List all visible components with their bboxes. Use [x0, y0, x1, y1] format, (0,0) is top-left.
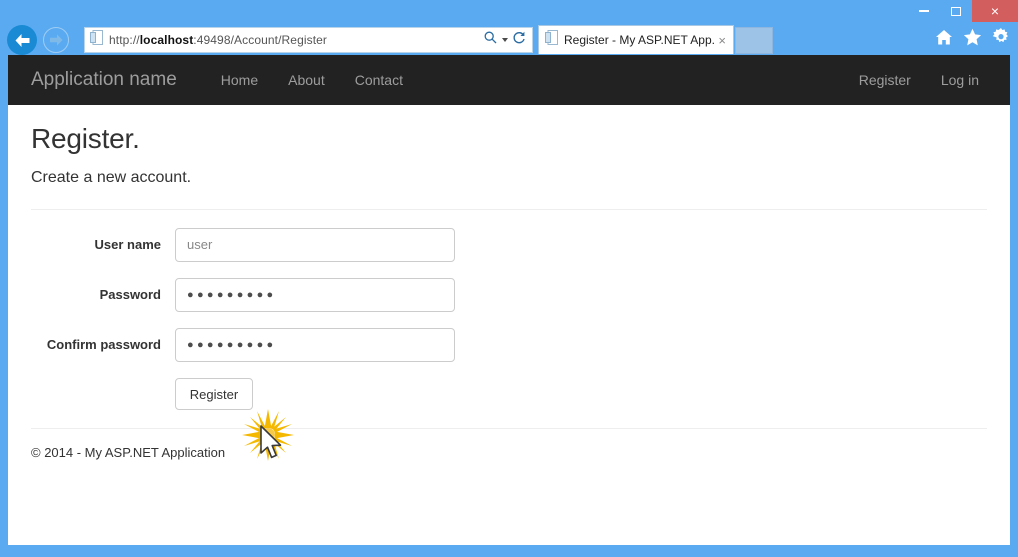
window-controls: ×	[908, 0, 1018, 22]
page-title: Register.	[31, 123, 140, 154]
page-footer: © 2014 - My ASP.NET Application	[31, 445, 226, 460]
close-icon: ×	[990, 3, 1000, 19]
tab-close-icon[interactable]: ×	[715, 34, 729, 47]
settings-gear-icon[interactable]	[992, 28, 1010, 46]
confirm-password-masked-value: ●●●●●●●●●	[187, 339, 277, 351]
nav-link-login[interactable]: Log in	[926, 72, 994, 88]
back-arrow-icon	[15, 33, 29, 47]
browser-toolbar-icons	[935, 28, 1010, 46]
browser-chrome: × http://localhost:49498/Account/Registe…	[0, 0, 1018, 58]
forward-arrow-icon	[50, 34, 63, 46]
page-content: Register. Create a new account. User nam…	[8, 123, 1010, 460]
nav-link-register[interactable]: Register	[844, 72, 926, 88]
forward-button[interactable]	[43, 27, 69, 53]
back-button[interactable]	[7, 25, 37, 55]
tab-page-icon	[545, 30, 558, 50]
form-row-confirm-password: Confirm password ●●●●●●●●●	[31, 328, 987, 362]
password-masked-value: ●●●●●●●●●	[187, 289, 277, 301]
close-window-button[interactable]: ×	[972, 0, 1018, 22]
footer-divider	[31, 428, 987, 429]
page-document-icon	[90, 30, 103, 50]
nav-link-home[interactable]: Home	[206, 72, 273, 88]
username-input[interactable]: user	[175, 228, 455, 262]
nav-link-contact[interactable]: Contact	[340, 72, 418, 88]
refresh-icon[interactable]	[513, 31, 526, 50]
content-divider	[31, 209, 987, 210]
minimize-icon	[919, 10, 929, 12]
home-icon[interactable]	[935, 29, 953, 46]
page-subtitle: Create a new account.	[31, 169, 192, 186]
maximize-icon	[951, 6, 961, 16]
site-navbar: Application name Home About Contact Regi…	[8, 55, 1010, 105]
password-label: Password	[99, 287, 161, 302]
navbar-links: Home About Contact	[206, 72, 418, 88]
confirm-password-input[interactable]: ●●●●●●●●●	[175, 328, 455, 362]
form-actions: Register	[31, 378, 987, 410]
address-bar[interactable]: http://localhost:49498/Account/Register	[84, 27, 533, 53]
maximize-button[interactable]	[940, 0, 972, 22]
favorites-star-icon[interactable]	[963, 28, 982, 46]
address-bar-tools	[484, 31, 528, 50]
search-dropdown-caret-icon[interactable]	[502, 38, 508, 42]
search-magnifier-icon[interactable]	[484, 31, 497, 49]
navbar-brand[interactable]: Application name	[31, 69, 177, 91]
minimize-button[interactable]	[908, 0, 940, 27]
register-submit-button[interactable]: Register	[175, 378, 253, 410]
form-row-username: User name user	[31, 228, 987, 262]
address-bar-url: http://localhost:49498/Account/Register	[109, 33, 328, 47]
form-row-password: Password ●●●●●●●●●	[31, 278, 987, 312]
username-label: User name	[94, 237, 161, 252]
password-input[interactable]: ●●●●●●●●●	[175, 278, 455, 312]
register-form: User name user Password ●●●●●●●●● Confir…	[31, 228, 987, 410]
confirm-password-label: Confirm password	[46, 337, 161, 352]
new-tab-button[interactable]	[735, 27, 773, 54]
page-viewport: Application name Home About Contact Regi…	[8, 55, 1010, 545]
nav-link-about[interactable]: About	[273, 72, 340, 88]
browser-tab[interactable]: Register - My ASP.NET App... ×	[538, 25, 734, 54]
navbar-auth-links: Register Log in	[844, 72, 1010, 88]
browser-window: × http://localhost:49498/Account/Registe…	[0, 0, 1018, 557]
tab-title: Register - My ASP.NET App...	[564, 33, 716, 47]
